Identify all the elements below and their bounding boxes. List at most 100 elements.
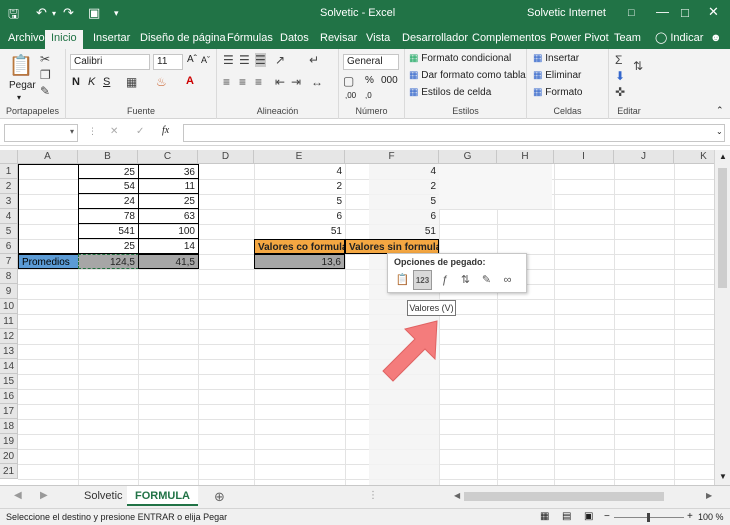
row-header[interactable]: 12: [0, 329, 18, 344]
cell-c7[interactable]: 41,5: [138, 254, 199, 269]
align-middle-icon[interactable]: ☰: [239, 53, 250, 67]
row-header[interactable]: 1: [0, 164, 18, 179]
add-sheet-icon[interactable]: ⊕: [214, 489, 225, 505]
orientation-icon[interactable]: ↗: [275, 53, 285, 67]
tab-formulas[interactable]: Fórmulas: [221, 30, 279, 49]
tab-diseno-pagina[interactable]: Diseño de página: [134, 30, 232, 49]
thousands-icon[interactable]: 000: [381, 75, 398, 86]
row-header[interactable]: 11: [0, 314, 18, 329]
cell-e5[interactable]: 51: [254, 224, 345, 239]
percent-icon[interactable]: %: [365, 75, 374, 86]
tab-archivo[interactable]: Archivo: [2, 30, 51, 49]
align-bottom-icon[interactable]: ☰: [255, 53, 266, 67]
undo-icon[interactable]: ↶: [36, 5, 47, 21]
paste-default-icon[interactable]: 📋: [393, 270, 412, 290]
row-header[interactable]: 20: [0, 449, 18, 464]
bold-icon[interactable]: N: [72, 76, 80, 88]
cell-c5[interactable]: 100: [138, 224, 199, 239]
row-header[interactable]: 14: [0, 359, 18, 374]
format-table-button[interactable]: ▦ Dar formato como tabla: [409, 70, 526, 81]
worksheet-grid[interactable]: A B C D E F G H I J K 1 2 3 4 5 6 7 8 9 10 11 12 13 1…: [0, 150, 714, 485]
minimize-icon[interactable]: —: [656, 4, 669, 19]
currency-icon[interactable]: ▢: [343, 74, 354, 88]
align-right-icon[interactable]: ≡: [255, 75, 262, 89]
paste-values-icon[interactable]: 123: [413, 270, 432, 290]
row-header[interactable]: 2: [0, 179, 18, 194]
increase-indent-icon[interactable]: ⇥: [291, 75, 301, 89]
column-header[interactable]: E: [254, 150, 345, 164]
tab-insertar[interactable]: Insertar: [87, 30, 136, 49]
italic-icon[interactable]: K: [88, 76, 95, 88]
tab-power-pivot[interactable]: Power Pivot: [544, 30, 615, 49]
column-header[interactable]: F: [345, 150, 439, 164]
paste-dropdown-icon[interactable]: ▾: [17, 93, 21, 102]
font-name-select[interactable]: Calibri: [70, 54, 150, 70]
column-header[interactable]: I: [554, 150, 614, 164]
tab-vista[interactable]: Vista: [360, 30, 396, 49]
row-header[interactable]: 19: [0, 434, 18, 449]
row-header[interactable]: 18: [0, 419, 18, 434]
tab-complementos[interactable]: Complementos: [466, 30, 552, 49]
tabs-split-icon[interactable]: ⋮: [368, 490, 378, 501]
zoom-in-icon[interactable]: +: [687, 511, 693, 522]
cell-e7[interactable]: 13,6: [254, 254, 345, 269]
row-header[interactable]: 10: [0, 299, 18, 314]
ribbon-display-icon[interactable]: □: [628, 7, 635, 19]
insert-function-icon[interactable]: fx: [162, 125, 169, 136]
row-header[interactable]: 17: [0, 404, 18, 419]
customize-toolbar-icon[interactable]: ▾: [114, 8, 119, 19]
format-painter-icon[interactable]: ✎: [40, 84, 50, 98]
font-color-icon[interactable]: A: [186, 75, 194, 87]
borders-icon[interactable]: ▦: [126, 75, 137, 89]
decrease-font-icon[interactable]: Aˇ: [201, 55, 210, 65]
row-header[interactable]: 4: [0, 209, 18, 224]
row-header[interactable]: 16: [0, 389, 18, 404]
sheet-tab-formula[interactable]: FORMULA: [127, 486, 198, 506]
underline-icon[interactable]: S: [103, 76, 110, 88]
cell-e2[interactable]: 2: [254, 179, 345, 194]
cell-styles-button[interactable]: ▦ Estilos de celda: [409, 87, 491, 98]
cell-b1[interactable]: 25: [78, 164, 139, 179]
decrease-decimal-icon[interactable]: ,0: [365, 91, 372, 100]
sheet-tab-solvetic[interactable]: Solvetic: [76, 486, 131, 506]
paste-formulas-icon[interactable]: ƒ: [435, 270, 454, 290]
user-icon[interactable]: ☻: [704, 30, 728, 49]
column-header[interactable]: K: [674, 150, 714, 164]
zoom-out-icon[interactable]: −: [604, 511, 610, 522]
copy-icon[interactable]: ❐: [40, 68, 51, 82]
name-box[interactable]: ▾: [4, 124, 78, 142]
row-header[interactable]: 15: [0, 374, 18, 389]
select-all-corner[interactable]: [0, 150, 18, 164]
cell-b4[interactable]: 78: [78, 209, 139, 224]
cell-a7[interactable]: Promedios: [18, 254, 79, 269]
hscroll-right-icon[interactable]: ▶: [706, 491, 712, 500]
merge-center-icon[interactable]: ↔: [311, 75, 323, 89]
page-layout-icon[interactable]: ▤: [562, 511, 571, 522]
paste-transpose-icon[interactable]: ⇅: [456, 270, 475, 290]
tab-desarrollador[interactable]: Desarrollador: [396, 30, 474, 49]
name-box-dropdown-icon[interactable]: ▾: [70, 127, 74, 136]
scroll-up-icon[interactable]: ▲: [719, 152, 727, 161]
column-header[interactable]: H: [497, 150, 554, 164]
page-break-icon[interactable]: ▣: [584, 511, 593, 522]
cell-f1[interactable]: 4: [345, 164, 439, 179]
row-header[interactable]: 6: [0, 239, 18, 254]
insert-cells-button[interactable]: ▦ Insertar: [533, 53, 579, 64]
delete-cells-button[interactable]: ▦ Eliminar: [533, 70, 581, 81]
align-left-icon[interactable]: ≡: [223, 75, 230, 89]
column-header[interactable]: A: [18, 150, 78, 164]
paste-icon[interactable]: 📋: [8, 53, 34, 77]
autosum-icon[interactable]: Σ: [615, 53, 622, 67]
cell-f3[interactable]: 5: [345, 194, 439, 209]
expand-formula-icon[interactable]: ⌄: [716, 127, 723, 136]
cell-f2[interactable]: 2: [345, 179, 439, 194]
row-header[interactable]: 5: [0, 224, 18, 239]
format-cells-button[interactable]: ▦ Formato: [533, 87, 582, 98]
fill-color-icon[interactable]: ♨: [156, 75, 167, 89]
next-sheet-icon[interactable]: ▶: [40, 490, 48, 501]
cell-e6[interactable]: Valores co formula: [254, 239, 345, 254]
cell-c6[interactable]: 14: [138, 239, 199, 254]
decrease-indent-icon[interactable]: ⇤: [275, 75, 285, 89]
column-header[interactable]: C: [138, 150, 198, 164]
cell-b5[interactable]: 541: [78, 224, 139, 239]
